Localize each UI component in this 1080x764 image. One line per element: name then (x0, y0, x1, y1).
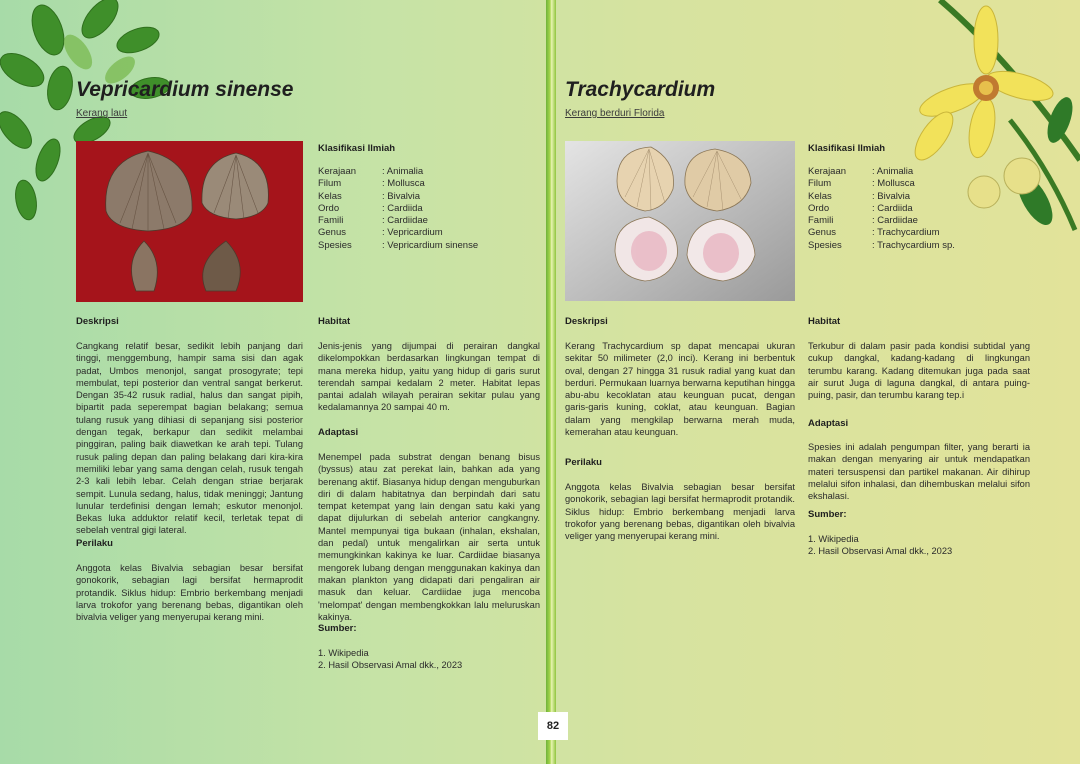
page-number: 82 (538, 712, 568, 740)
habitat-text-left: Jenis-jenis yang dijumpai di perairan da… (318, 341, 540, 413)
klasifikasi-row: Famili: Cardiidae (808, 215, 918, 227)
klasifikasi-row: Kelas: Bivalvia (808, 190, 911, 202)
klasifikasi-row: Filum: Mollusca (318, 178, 425, 190)
source-item: 1. Wikipedia (808, 534, 859, 544)
klasifikasi-row: Famili: Cardiidae (318, 215, 428, 227)
klasifikasi-table-left: Kerajaan: Animalia Filum: Mollusca Kelas… (318, 166, 478, 252)
adaptasi-text-right: Spesies ini adalah pengumpan filter, yan… (808, 442, 1030, 502)
sumber-heading-left: Sumber: (318, 623, 357, 634)
klasifikasi-row: Kelas: Bivalvia (318, 190, 421, 202)
klasifikasi-row: Spesies: Vepricardium sinense (318, 239, 479, 251)
klasifikasi-row: Filum: Mollusca (808, 178, 915, 190)
habitat-text-right: Terkubur di dalam pasir pada kondisi sub… (808, 341, 1030, 401)
deskripsi-heading-left: Deskripsi (76, 316, 119, 327)
source-item: 2. Hasil Observasi Amal dkk., 2023 (808, 546, 953, 557)
perilaku-text-right: Anggota kelas Bivalvia sebagian besar be… (565, 482, 795, 542)
shell-photo-right (565, 141, 795, 301)
sumber-list-right: 1. Wikipedia 2. Hasil Observasi Amal dkk… (808, 533, 952, 558)
source-item: 2. Hasil Observasi Amal dkk., 2023 (318, 660, 463, 671)
adaptasi-text-left: Menempel pada substrat dengan benang bis… (318, 452, 540, 622)
klasifikasi-row: Genus: Trachycardium (808, 227, 940, 239)
perilaku-heading-left: Perilaku (76, 538, 113, 549)
klasifikasi-row: Kerajaan: Animalia (808, 166, 914, 177)
book-spine (546, 0, 556, 764)
deskripsi-heading-right: Deskripsi (565, 316, 608, 327)
klasifikasi-table-right: Kerajaan: Animalia Filum: Mollusca Kelas… (808, 166, 955, 252)
source-item: 1. Wikipedia (318, 648, 369, 658)
adaptasi-heading-right: Adaptasi (808, 418, 849, 429)
habitat-heading-left: Habitat (318, 316, 351, 327)
common-name-left: Kerang laut (76, 108, 128, 119)
klasifikasi-row: Spesies: Trachycardium sp. (808, 239, 955, 251)
shell-photo-left (76, 141, 303, 302)
klasifikasi-row: Ordo: Cardiida (808, 202, 913, 214)
common-name-right: Kerang berduri Florida (565, 108, 665, 119)
species-title-right: Trachycardium (565, 78, 716, 101)
habitat-heading-right: Habitat (808, 316, 841, 327)
species-title-left: Vepricardium sinense (76, 78, 294, 101)
klasifikasi-heading-right: Klasifikasi Ilmiah (808, 143, 886, 154)
klasifikasi-row: Genus: Vepricardium (318, 227, 443, 239)
klasifikasi-row: Kerajaan: Animalia (318, 166, 424, 177)
sumber-list-left: 1. Wikipedia 2. Hasil Observasi Amal dkk… (318, 647, 462, 672)
adaptasi-heading-left: Adaptasi (318, 427, 359, 438)
deskripsi-text-left: Cangkang relatif besar, sedikit lebih pa… (76, 341, 303, 536)
klasifikasi-heading-left: Klasifikasi Ilmiah (318, 143, 396, 154)
deskripsi-text-right: Kerang Trachycardium sp dapat mencapai u… (565, 341, 795, 438)
sumber-heading-right: Sumber: (808, 509, 847, 520)
klasifikasi-row: Ordo: Cardiida (318, 202, 423, 214)
perilaku-heading-right: Perilaku (565, 457, 602, 468)
perilaku-text-left: Anggota kelas Bivalvia sebagian besar be… (76, 563, 303, 623)
